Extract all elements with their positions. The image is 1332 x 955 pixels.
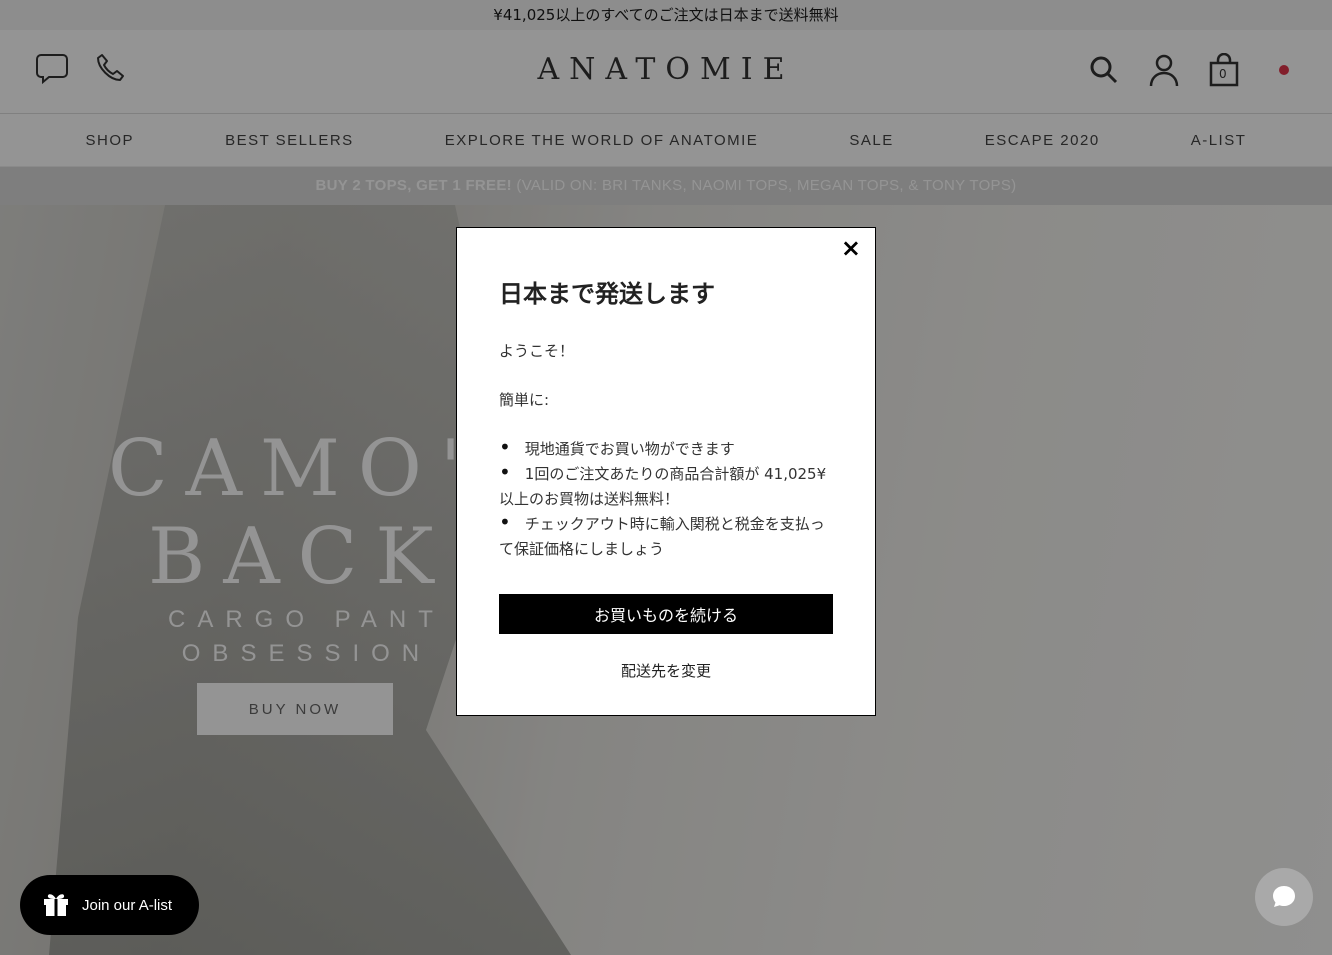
list-item: 現地通貨でお買い物ができます <box>499 437 833 462</box>
shipping-modal: × 日本まで発送します ようこそ！ 簡単に: 現地通貨でお買い物ができます 1回… <box>456 227 876 716</box>
modal-benefits-list: 現地通貨でお買い物ができます 1回のご注文あたりの商品合計額が 41,025¥ … <box>499 437 833 562</box>
chat-widget-icon[interactable] <box>1255 868 1313 926</box>
join-a-list-label: Join our A-list <box>82 896 173 914</box>
benefit-text-1: 現地通貨でお買い物ができます <box>524 440 735 458</box>
list-item: チェックアウト時に輸入関税と税金を支払って保証価格にしましょう <box>499 512 833 562</box>
benefit-text-2: 1回のご注文あたりの商品合計額が 41,025¥ 以上のお買物は送料無料！ <box>499 465 827 508</box>
list-item: 1回のご注文あたりの商品合計額が 41,025¥ 以上のお買物は送料無料！ <box>499 462 833 512</box>
modal-simply: 簡単に: <box>499 391 550 409</box>
gift-icon <box>42 889 70 921</box>
benefit-text-3: チェックアウト時に輸入関税と税金を支払って保証価格にしましょう <box>499 515 825 558</box>
join-a-list-button[interactable]: Join our A-list <box>20 875 199 935</box>
continue-shopping-button[interactable]: お買いものを続ける <box>499 594 833 634</box>
change-destination-link[interactable]: 配送先を変更 <box>499 660 833 681</box>
close-icon[interactable]: × <box>841 234 861 262</box>
modal-greeting: ようこそ！ <box>499 342 575 360</box>
modal-title: 日本まで発送します <box>499 280 715 308</box>
